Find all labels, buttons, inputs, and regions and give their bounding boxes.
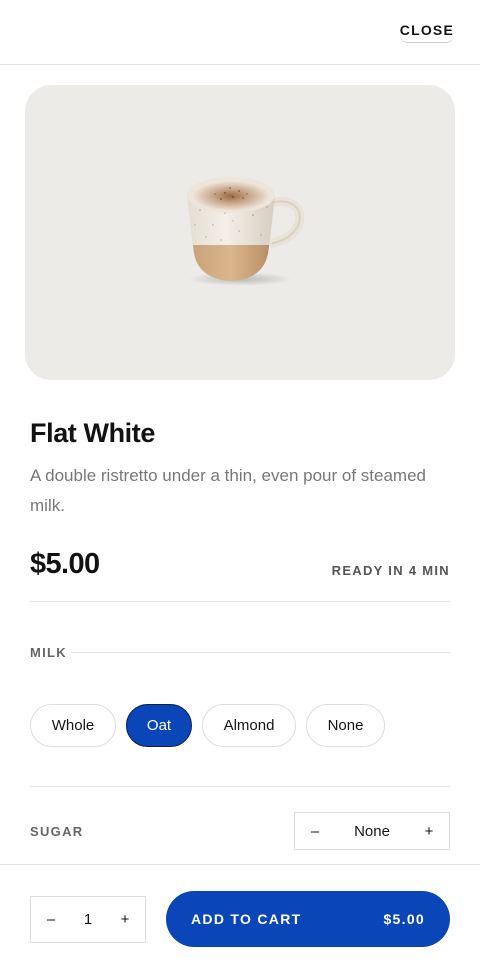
top-bar: CLOSE <box>0 0 480 65</box>
milk-section-label: MILK <box>30 645 71 660</box>
milk-option-whole[interactable]: Whole <box>30 704 116 747</box>
quantity-decrement-button[interactable]: – <box>45 911 57 928</box>
add-to-cart-label: ADD TO CART <box>191 911 302 927</box>
sugar-increment-button[interactable]: + <box>423 823 435 840</box>
add-to-cart-button[interactable]: ADD TO CART $5.00 <box>166 891 450 947</box>
coffee-cup-icon <box>187 177 305 286</box>
product-title: Flat White <box>30 418 155 448</box>
sugar-section-label: SUGAR <box>30 824 84 839</box>
product-description: A double ristretto under a thin, even po… <box>30 466 426 515</box>
milk-option-none[interactable]: None <box>306 704 385 747</box>
quantity-value: 1 <box>83 911 93 928</box>
sugar-stepper: – None + <box>294 812 450 850</box>
milk-options: Whole Oat Almond None <box>30 704 385 747</box>
close-button[interactable]: CLOSE <box>399 22 454 43</box>
sugar-decrement-button[interactable]: – <box>309 823 321 840</box>
ready-time: READY IN 4 MIN <box>331 563 450 578</box>
milk-option-almond[interactable]: Almond <box>202 704 296 747</box>
milk-option-oat[interactable]: Oat <box>126 704 192 747</box>
quantity-stepper: – 1 + <box>30 896 146 943</box>
milk-section-rule <box>68 652 450 653</box>
product-price: $5.00 <box>30 548 100 580</box>
sugar-value: None <box>354 822 390 840</box>
quantity-increment-button[interactable]: + <box>119 911 131 928</box>
cart-total: $5.00 <box>383 911 425 927</box>
divider <box>30 786 450 787</box>
divider <box>30 601 450 602</box>
product-image <box>25 85 455 380</box>
